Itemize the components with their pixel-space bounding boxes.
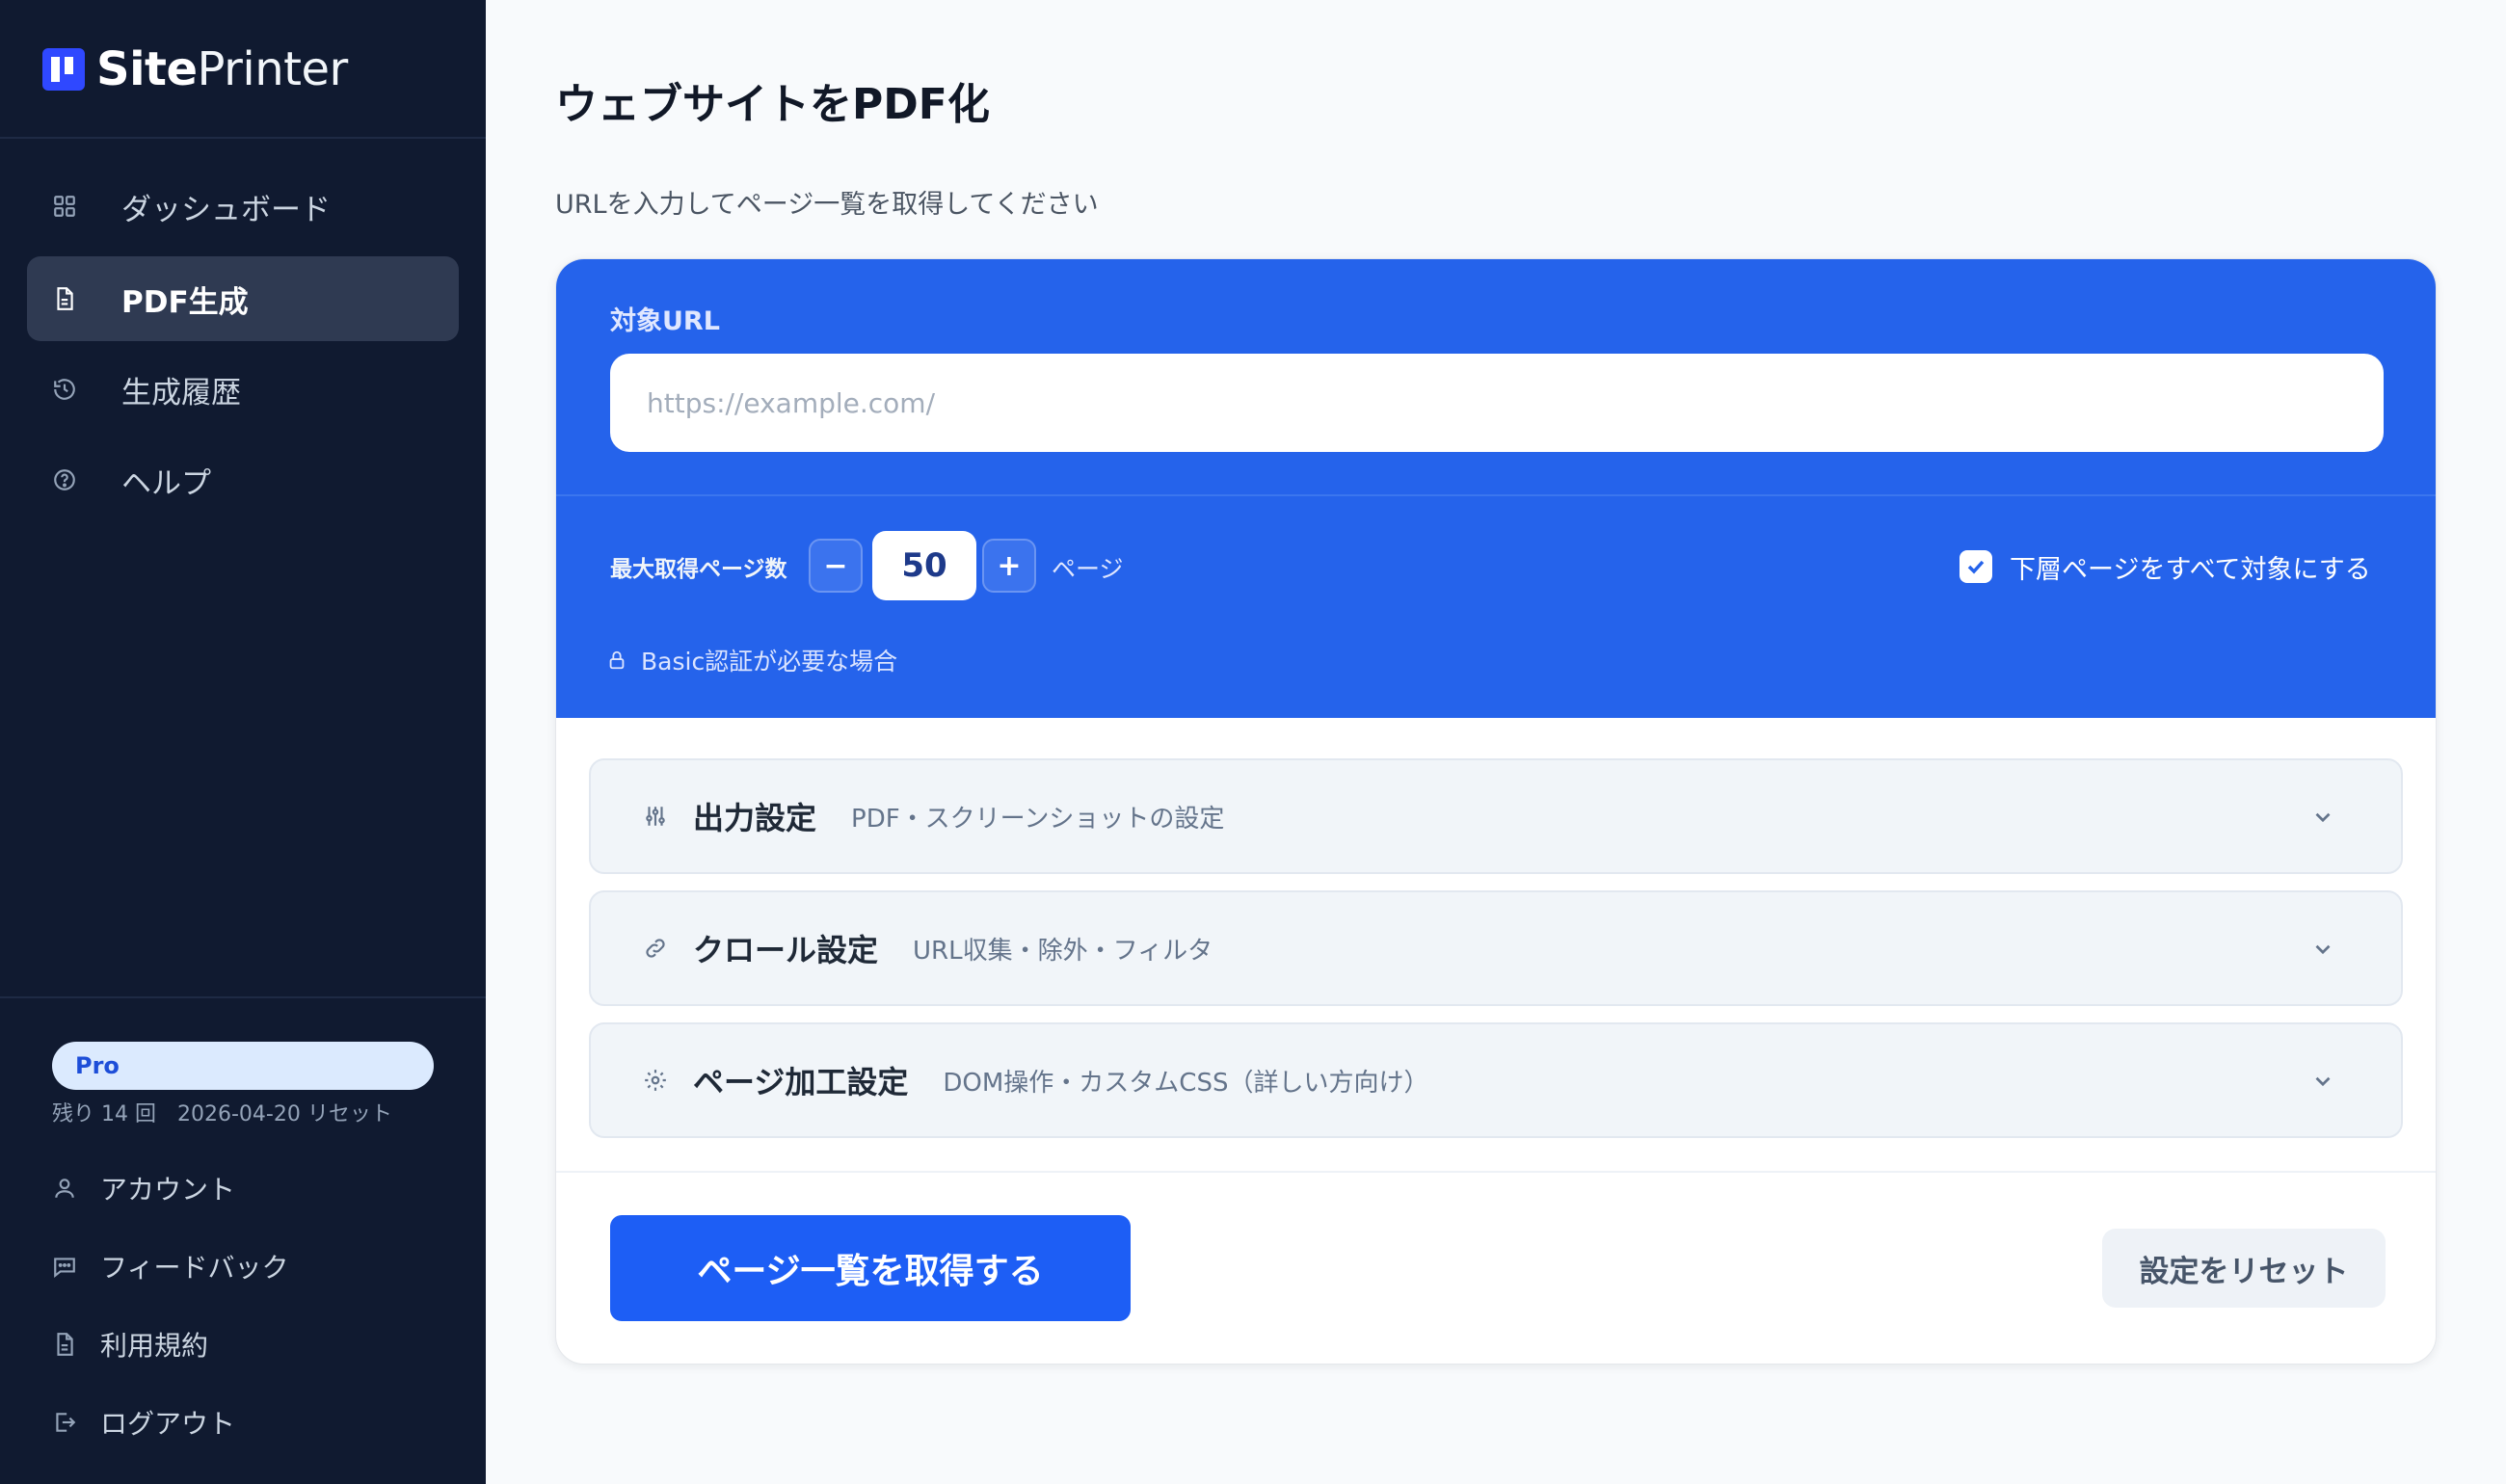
quota-text: 残り 14 回 2026-04-20 リセット	[52, 1102, 392, 1126]
sidebar-divider	[0, 996, 486, 998]
sidebar: SitePrinter ダッシュボード PDF生成 生成履歴 ヘルプ Pro 残…	[0, 0, 486, 1484]
max-pages-input[interactable]: 50	[872, 531, 976, 600]
sidebar-item-history[interactable]: 生成履歴	[27, 347, 459, 432]
lock-icon	[609, 650, 625, 670]
crawl-settings-section[interactable]: クロール設定 URL収集・除外・フィルタ	[589, 890, 2403, 1006]
sidebar-divider	[0, 137, 486, 139]
logo-text-light: Printer	[197, 42, 349, 96]
grid-icon	[52, 194, 77, 219]
section-desc: PDF・スクリーンショットの設定	[851, 804, 1225, 834]
sliders-icon	[646, 807, 665, 826]
sidebar-item-pdf[interactable]: PDF生成	[27, 256, 459, 341]
decrement-button[interactable]: −	[809, 539, 863, 593]
chevron-down-icon	[2315, 944, 2331, 955]
sidebar-item-label: ヘルプ	[121, 465, 211, 501]
logo[interactable]: SitePrinter	[42, 42, 348, 96]
gear-icon	[645, 1070, 666, 1091]
section-title: 出力設定	[693, 800, 817, 836]
max-pages-label: 最大取得ページ数	[610, 557, 787, 582]
plan-badge: Pro	[52, 1042, 434, 1090]
feedback-link[interactable]: フィードバック	[52, 1242, 288, 1290]
reset-settings-button[interactable]: 設定をリセット	[2102, 1229, 2386, 1308]
section-title: クロール設定	[693, 932, 879, 968]
terms-link[interactable]: 利用規約	[52, 1320, 208, 1368]
logo-text: SitePrinter	[96, 42, 348, 96]
sidebar-item-label: 生成履歴	[121, 375, 241, 411]
chevron-down-icon	[2315, 812, 2331, 823]
section-desc: DOM操作・カスタムCSS（詳しい方向け）	[943, 1068, 1429, 1098]
logo-text-bold: Site	[96, 42, 198, 96]
link-icon	[646, 939, 665, 958]
subpages-label[interactable]: 下層ページをすべて対象にする	[2010, 548, 2371, 586]
page-processing-section[interactable]: ページ加工設定 DOM操作・カスタムCSS（詳しい方向け）	[589, 1022, 2403, 1138]
basic-auth-label: Basic認証が必要な場合	[641, 648, 898, 676]
output-settings-section[interactable]: 出力設定 PDF・スクリーンショットの設定	[589, 758, 2403, 874]
increment-button[interactable]: +	[982, 539, 1036, 593]
subpages-checkbox[interactable]	[1959, 550, 1992, 583]
page-subtitle: URLを入力してページ一覧を取得してください	[555, 190, 1099, 220]
pdf-form-card: 対象URL 最大取得ページ数 − 50 + ページ 下層ページをすべて対象にする…	[555, 258, 2437, 1365]
sidebar-item-label: PDF生成	[121, 284, 249, 320]
user-icon	[52, 1176, 77, 1201]
url-panel: 対象URL 最大取得ページ数 − 50 + ページ 下層ページをすべて対象にする…	[556, 259, 2436, 718]
feedback-label: フィードバック	[100, 1252, 289, 1284]
logo-icon	[42, 48, 85, 91]
footer-divider	[556, 1171, 2436, 1173]
section-title: ページ加工設定	[693, 1064, 909, 1100]
sidebar-item-label: ダッシュボード	[121, 192, 331, 227]
help-icon	[52, 467, 77, 492]
chat-icon	[52, 1254, 77, 1279]
account-label: アカウント	[100, 1174, 236, 1206]
sidebar-item-dashboard[interactable]: ダッシュボード	[27, 164, 459, 249]
basic-auth-toggle[interactable]: Basic認証が必要な場合	[606, 643, 897, 677]
logout-link[interactable]: ログアウト	[52, 1398, 235, 1446]
history-icon	[52, 377, 77, 402]
logout-label: ログアウト	[100, 1408, 236, 1440]
url-input[interactable]	[610, 354, 2384, 452]
account-link[interactable]: アカウント	[52, 1164, 235, 1212]
check-icon	[1967, 560, 1985, 574]
page-unit-label: ページ	[1052, 555, 1124, 583]
chevron-down-icon	[2315, 1076, 2331, 1087]
section-desc: URL収集・除外・フィルタ	[913, 936, 1213, 966]
page-title: ウェブサイトをPDF化	[555, 80, 990, 129]
terms-label: 利用規約	[100, 1330, 209, 1362]
url-label: 対象URL	[610, 306, 720, 336]
panel-divider	[556, 494, 2436, 496]
document-icon	[52, 1332, 77, 1357]
document-icon	[52, 286, 77, 311]
logout-icon	[52, 1410, 77, 1435]
fetch-pages-button[interactable]: ページ一覧を取得する	[610, 1215, 1131, 1321]
sidebar-item-help[interactable]: ヘルプ	[27, 437, 459, 522]
